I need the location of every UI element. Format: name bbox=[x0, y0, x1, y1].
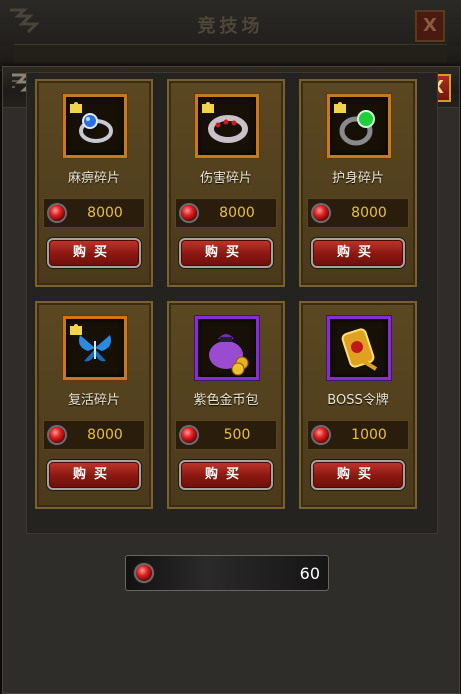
item-slot[interactable] bbox=[327, 94, 391, 158]
red-gem-icon bbox=[49, 427, 65, 443]
price-bar: 8000 bbox=[43, 198, 145, 228]
item-name: 复活碎片 bbox=[67, 393, 120, 408]
item-price: 1000 bbox=[351, 427, 387, 443]
buy-button[interactable]: 购买 bbox=[311, 238, 405, 268]
buy-button[interactable]: 购买 bbox=[47, 460, 141, 490]
boss-token-icon bbox=[341, 328, 378, 371]
price-bar: 8000 bbox=[43, 420, 145, 450]
puzzle-fragment-icon bbox=[202, 102, 214, 113]
item-slot[interactable] bbox=[195, 94, 259, 158]
currency-balance: 60 bbox=[125, 555, 329, 591]
item-name: 麻痹碎片 bbox=[67, 171, 120, 186]
red-gem-icon bbox=[136, 565, 152, 581]
buy-button[interactable]: 购买 bbox=[47, 238, 141, 268]
red-gem-icon bbox=[181, 205, 197, 221]
buy-button[interactable]: 购买 bbox=[179, 460, 273, 490]
item-price: 8000 bbox=[351, 205, 387, 221]
puzzle-fragment-icon bbox=[334, 102, 346, 113]
puzzle-fragment-icon bbox=[70, 102, 82, 113]
background-toolbar bbox=[14, 44, 447, 63]
price-bar: 500 bbox=[175, 420, 277, 450]
background-close-button[interactable]: X bbox=[415, 10, 445, 42]
price-bar: 8000 bbox=[307, 198, 409, 228]
balance-value: 60 bbox=[299, 564, 320, 583]
shop-item-card-5: 紫色金币包 500 购买 bbox=[167, 301, 285, 509]
shop-item-card-1: 麻痹碎片 8000 购买 bbox=[35, 79, 153, 287]
shop-item-card-4: 复活碎片 8000 购买 bbox=[35, 301, 153, 509]
shop-item-card-3: 护身碎片 8000 购买 bbox=[299, 79, 417, 287]
buy-button[interactable]: 购买 bbox=[311, 460, 405, 490]
coin-bag-icon bbox=[209, 334, 249, 376]
puzzle-fragment-icon bbox=[70, 324, 82, 335]
item-price: 500 bbox=[223, 427, 251, 443]
item-slot[interactable] bbox=[195, 316, 259, 380]
background-window-title: 竞技场 bbox=[197, 16, 264, 37]
red-gem-icon bbox=[313, 205, 329, 221]
price-bar: 1000 bbox=[307, 420, 409, 450]
red-gem-icon bbox=[181, 427, 197, 443]
item-price: 8000 bbox=[87, 427, 123, 443]
shop-grid: 麻痹碎片 8000 购买 伤害碎片 8000 购买 护身碎片 8000 购买 复… bbox=[26, 72, 438, 534]
item-name: 护身碎片 bbox=[331, 171, 384, 186]
item-slot[interactable] bbox=[63, 316, 127, 380]
item-slot[interactable] bbox=[63, 94, 127, 158]
price-bar: 8000 bbox=[175, 198, 277, 228]
item-price: 8000 bbox=[219, 205, 255, 221]
shop-item-card-2: 伤害碎片 8000 购买 bbox=[167, 79, 285, 287]
item-price: 8000 bbox=[87, 205, 123, 221]
item-slot[interactable] bbox=[327, 316, 391, 380]
background-window: 竞技场 X bbox=[0, 0, 461, 71]
item-name: 伤害碎片 bbox=[199, 171, 252, 186]
red-gem-icon bbox=[313, 427, 329, 443]
buy-button[interactable]: 购买 bbox=[179, 238, 273, 268]
item-name: 紫色金币包 bbox=[193, 393, 259, 408]
shop-item-card-6: BOSS令牌 1000 购买 bbox=[299, 301, 417, 509]
red-gem-icon bbox=[49, 205, 65, 221]
item-name: BOSS令牌 bbox=[327, 393, 389, 408]
